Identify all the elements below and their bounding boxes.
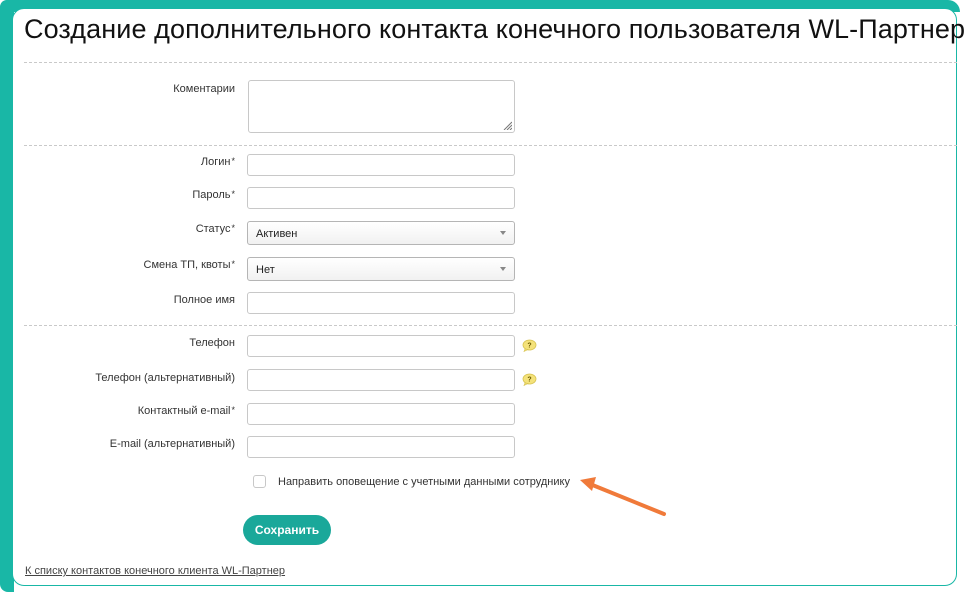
- status-selected-value: Активен: [256, 228, 298, 240]
- page-title: Создание дополнительного контакта конечн…: [24, 14, 965, 44]
- notify-checkbox-label[interactable]: Направить оповещение с учетными данными …: [278, 476, 570, 488]
- login-input[interactable]: [247, 154, 515, 176]
- full-name-label: Полное имя: [173, 294, 235, 306]
- login-label: Логин*: [200, 156, 235, 168]
- question-bubble-icon[interactable]: ?: [522, 373, 537, 386]
- annotation-arrow-icon: [580, 477, 666, 516]
- phone-label: Телефон: [189, 337, 235, 349]
- password-label: Пароль*: [192, 189, 235, 201]
- phone-alt-label: Телефон (альтернативный): [95, 372, 235, 384]
- comments-textarea[interactable]: [248, 80, 515, 133]
- phone-alt-input[interactable]: [247, 369, 515, 391]
- chevron-down-icon: [500, 231, 506, 235]
- divider: [24, 62, 957, 63]
- tariff-change-label: Смена ТП, квоты*: [143, 259, 235, 271]
- comments-label: Коментарии: [173, 83, 235, 95]
- full-name-input[interactable]: [247, 292, 515, 314]
- resize-grip-icon[interactable]: [502, 120, 512, 130]
- status-select[interactable]: Активен: [247, 221, 515, 245]
- email-alt-label: E-mail (альтернативный): [109, 438, 235, 450]
- question-bubble-icon[interactable]: ?: [522, 339, 537, 352]
- save-button[interactable]: Сохранить: [243, 515, 331, 545]
- phone-input[interactable]: [247, 335, 515, 357]
- back-to-contacts-link[interactable]: К списку контактов конечного клиента WL-…: [25, 565, 285, 577]
- tariff-change-selected-value: Нет: [256, 264, 275, 276]
- svg-text:?: ?: [527, 376, 531, 383]
- password-input[interactable]: [247, 187, 515, 209]
- notify-checkbox[interactable]: [253, 475, 266, 488]
- status-label: Статус*: [195, 223, 235, 235]
- email-label: Контактный e-mail*: [137, 405, 235, 417]
- chevron-down-icon: [500, 267, 506, 271]
- email-input[interactable]: [247, 403, 515, 425]
- svg-text:?: ?: [527, 342, 531, 349]
- divider: [24, 145, 957, 146]
- email-alt-input[interactable]: [247, 436, 515, 458]
- tariff-change-select[interactable]: Нет: [247, 257, 515, 281]
- divider: [24, 325, 957, 326]
